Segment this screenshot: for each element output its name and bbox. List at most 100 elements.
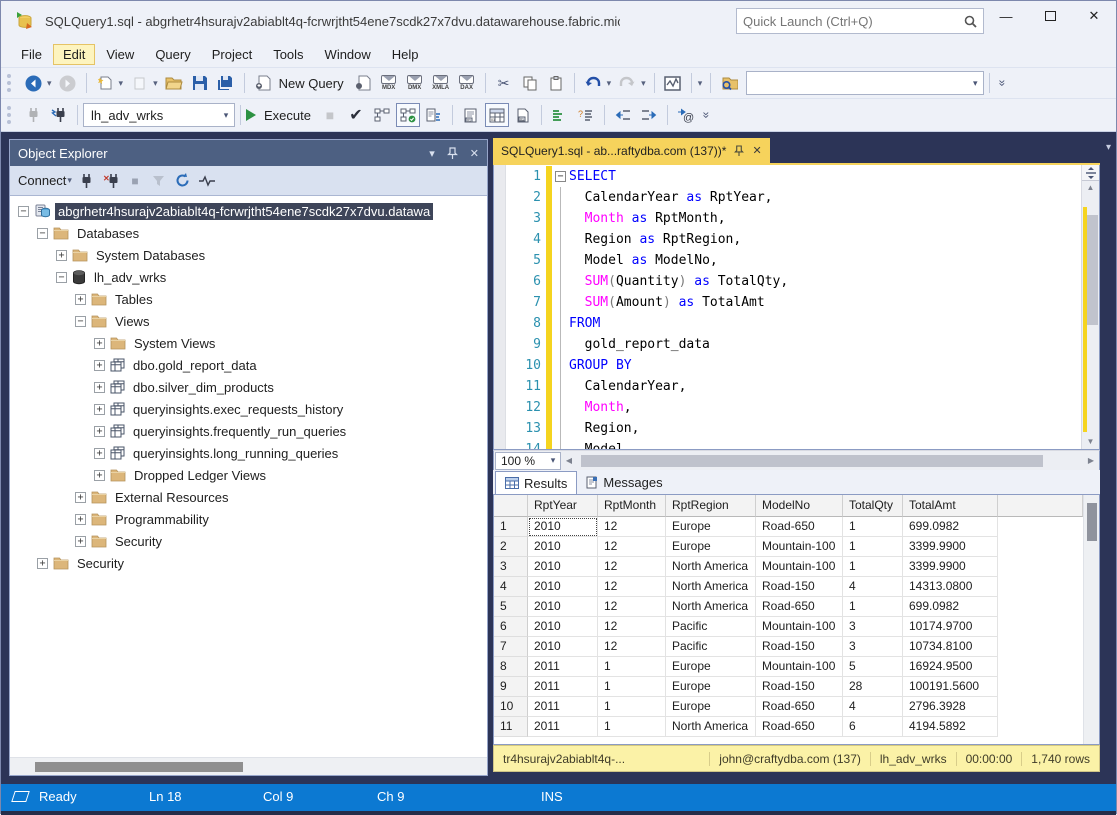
row-number-cell[interactable]: 10: [494, 697, 528, 717]
expand-icon[interactable]: +: [94, 426, 105, 437]
hscrollbar-thumb[interactable]: [35, 762, 243, 772]
object-explorer-hscrollbar[interactable]: [10, 757, 487, 775]
grid-cell[interactable]: 1: [598, 657, 666, 677]
toolbar-overflow-button[interactable]: »: [996, 80, 1010, 87]
grid-cell[interactable]: Mountain-100: [756, 617, 843, 637]
close-panel-icon[interactable]: ✕: [470, 147, 479, 160]
tree-item[interactable]: +Tables: [10, 288, 487, 310]
tree-item[interactable]: +queryinsights.frequently_run_queries: [10, 420, 487, 442]
grid-cell[interactable]: 10734.8100: [903, 637, 998, 657]
paste-button[interactable]: [544, 71, 568, 95]
grid-cell[interactable]: 12: [598, 537, 666, 557]
grid-cell[interactable]: 2011: [528, 717, 598, 737]
expand-icon[interactable]: +: [94, 360, 105, 371]
menu-file[interactable]: File: [11, 44, 52, 65]
grid-cell[interactable]: 12: [598, 517, 666, 537]
cancel-query-button[interactable]: ■: [318, 103, 342, 127]
grid-cell[interactable]: 1: [843, 597, 903, 617]
row-number-cell[interactable]: 2: [494, 537, 528, 557]
column-header-totalqty[interactable]: TotalQty: [843, 495, 903, 517]
new-xmla-query-button[interactable]: XMLA: [429, 71, 453, 95]
grid-cell[interactable]: 2010: [528, 597, 598, 617]
refresh-icon[interactable]: [171, 170, 195, 192]
menu-query[interactable]: Query: [145, 44, 200, 65]
grid-cell[interactable]: 699.0982: [903, 517, 998, 537]
grid-cell[interactable]: 2796.3928: [903, 697, 998, 717]
menu-project[interactable]: Project: [202, 44, 262, 65]
minimize-button[interactable]: —: [984, 1, 1028, 31]
redo-button[interactable]: [615, 71, 639, 95]
tab-messages[interactable]: Messages: [577, 471, 671, 494]
menu-view[interactable]: View: [96, 44, 144, 65]
expand-icon[interactable]: +: [94, 382, 105, 393]
grid-cell[interactable]: Mountain-100: [756, 537, 843, 557]
grid-cell[interactable]: 12: [598, 617, 666, 637]
stop-icon[interactable]: ■: [123, 170, 147, 192]
tree-item[interactable]: +Programmability: [10, 508, 487, 530]
grid-cell[interactable]: 2011: [528, 657, 598, 677]
grid-cell[interactable]: Road-650: [756, 597, 843, 617]
grid-cell[interactable]: North America: [666, 717, 756, 737]
results-vscrollbar[interactable]: [1083, 495, 1099, 744]
expand-icon[interactable]: +: [37, 558, 48, 569]
grid-cell[interactable]: Mountain-100: [756, 557, 843, 577]
grid-cell[interactable]: 4: [843, 697, 903, 717]
expand-icon[interactable]: +: [94, 448, 105, 459]
decrease-indent-button[interactable]: [611, 103, 635, 127]
grid-cell[interactable]: Road-150: [756, 637, 843, 657]
execute-button[interactable]: Execute: [264, 108, 311, 123]
back-dropdown-caret[interactable]: ▾: [47, 78, 52, 89]
tree-item[interactable]: +System Views: [10, 332, 487, 354]
include-client-statistics-button[interactable]: [422, 103, 446, 127]
grid-corner-cell[interactable]: [494, 495, 528, 517]
results-to-file-button[interactable]: 01: [511, 103, 535, 127]
quick-launch-input[interactable]: [737, 14, 964, 29]
new-dax-query-button[interactable]: DAX: [455, 71, 479, 95]
results-to-text-button[interactable]: 01: [459, 103, 483, 127]
grid-cell[interactable]: 12: [598, 637, 666, 657]
grid-cell[interactable]: 14313.0800: [903, 577, 998, 597]
save-all-button[interactable]: [214, 71, 238, 95]
grid-cell[interactable]: North America: [666, 577, 756, 597]
grid-cell[interactable]: Mountain-100: [756, 657, 843, 677]
navigate-forward-button[interactable]: [56, 71, 80, 95]
disconnect-icon[interactable]: ✕: [99, 170, 123, 192]
new-query-button[interactable]: New Query: [279, 76, 344, 91]
increase-indent-button[interactable]: [637, 103, 661, 127]
expand-icon[interactable]: +: [94, 338, 105, 349]
new-file-caret[interactable]: ▾: [119, 78, 124, 89]
code-editor[interactable]: 1−SELECT2 CalendarYear as RptYear,3 Mont…: [493, 165, 1100, 450]
window-position-caret-icon[interactable]: ▾: [429, 147, 435, 160]
toolbar-grip[interactable]: [7, 74, 15, 92]
add-item-button[interactable]: [127, 71, 151, 95]
tab-results[interactable]: Results: [495, 471, 577, 494]
column-header-rptyear[interactable]: RptYear: [528, 495, 598, 517]
tree-item[interactable]: −lh_adv_wrks: [10, 266, 487, 288]
document-tab[interactable]: SQLQuery1.sql - ab...raftydba.com (137))…: [493, 138, 770, 163]
copy-button[interactable]: [518, 71, 542, 95]
scroll-down-arrow[interactable]: ▼: [1087, 435, 1095, 449]
tree-item[interactable]: +Security: [10, 552, 487, 574]
editor-vscrollbar[interactable]: ▲ ▼: [1081, 165, 1099, 449]
filter-icon[interactable]: [147, 170, 171, 192]
object-explorer-header[interactable]: Object Explorer ▾ ✕: [10, 140, 487, 166]
expand-icon[interactable]: +: [75, 492, 86, 503]
grid-cell[interactable]: 3399.9900: [903, 557, 998, 577]
open-file-button[interactable]: [162, 71, 186, 95]
activity-monitor-icon[interactable]: [195, 170, 219, 192]
toolbar2-overflow-button[interactable]: »: [699, 112, 713, 119]
grid-cell[interactable]: 1: [843, 537, 903, 557]
grid-cell[interactable]: 1: [598, 697, 666, 717]
new-query-icon[interactable]: [251, 71, 275, 95]
grid-cell[interactable]: Europe: [666, 657, 756, 677]
grid-cell[interactable]: 3: [843, 637, 903, 657]
editor-hscroll-thumb[interactable]: [581, 455, 1043, 467]
grid-cell[interactable]: 2011: [528, 677, 598, 697]
menu-edit[interactable]: Edit: [53, 44, 95, 65]
row-number-cell[interactable]: 3: [494, 557, 528, 577]
tree-item[interactable]: +queryinsights.exec_requests_history: [10, 398, 487, 420]
zoom-caret[interactable]: ▾: [546, 455, 560, 466]
redo-caret[interactable]: ▾: [641, 78, 646, 89]
grid-cell[interactable]: 12: [598, 597, 666, 617]
tree-item[interactable]: +Dropped Ledger Views: [10, 464, 487, 486]
